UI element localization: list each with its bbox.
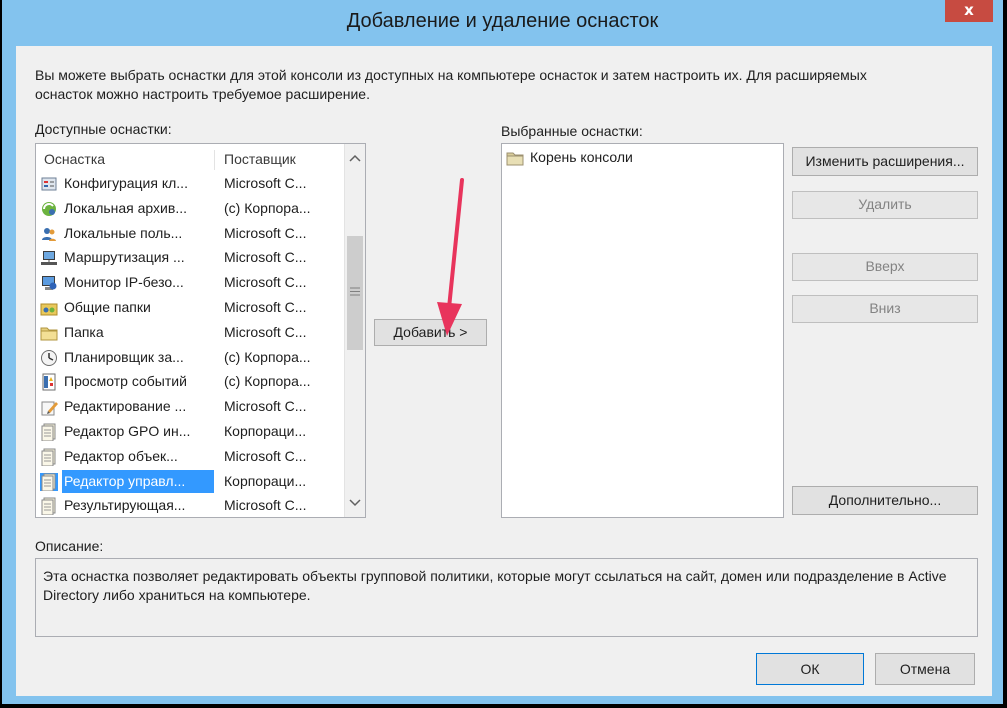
dialog-body: Вы можете выбрать оснастки для этой конс…: [16, 46, 992, 696]
close-button[interactable]: x: [945, 0, 993, 22]
title-bar[interactable]: Добавление и удаление оснасток x: [2, 0, 1003, 46]
dialog-window: Добавление и удаление оснасток x Вы може…: [2, 0, 1003, 704]
annotation-arrow-icon: [437, 178, 464, 336]
window-title: Добавление и удаление оснасток: [346, 10, 659, 32]
